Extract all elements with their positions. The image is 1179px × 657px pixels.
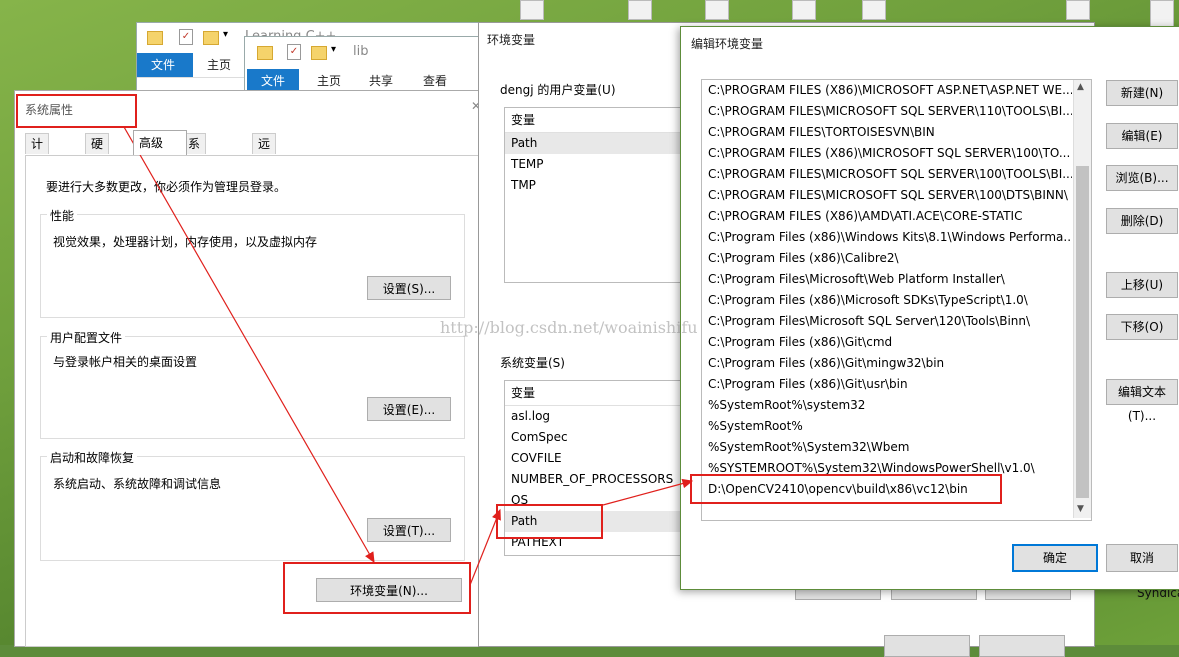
arrow-path-to-opencv	[602, 478, 694, 506]
arrow-env-to-path	[469, 508, 501, 586]
annotation-arrows	[123, 126, 694, 586]
tab-advanced[interactable]: 高级	[133, 130, 187, 155]
arrow-title-to-env	[123, 126, 375, 564]
